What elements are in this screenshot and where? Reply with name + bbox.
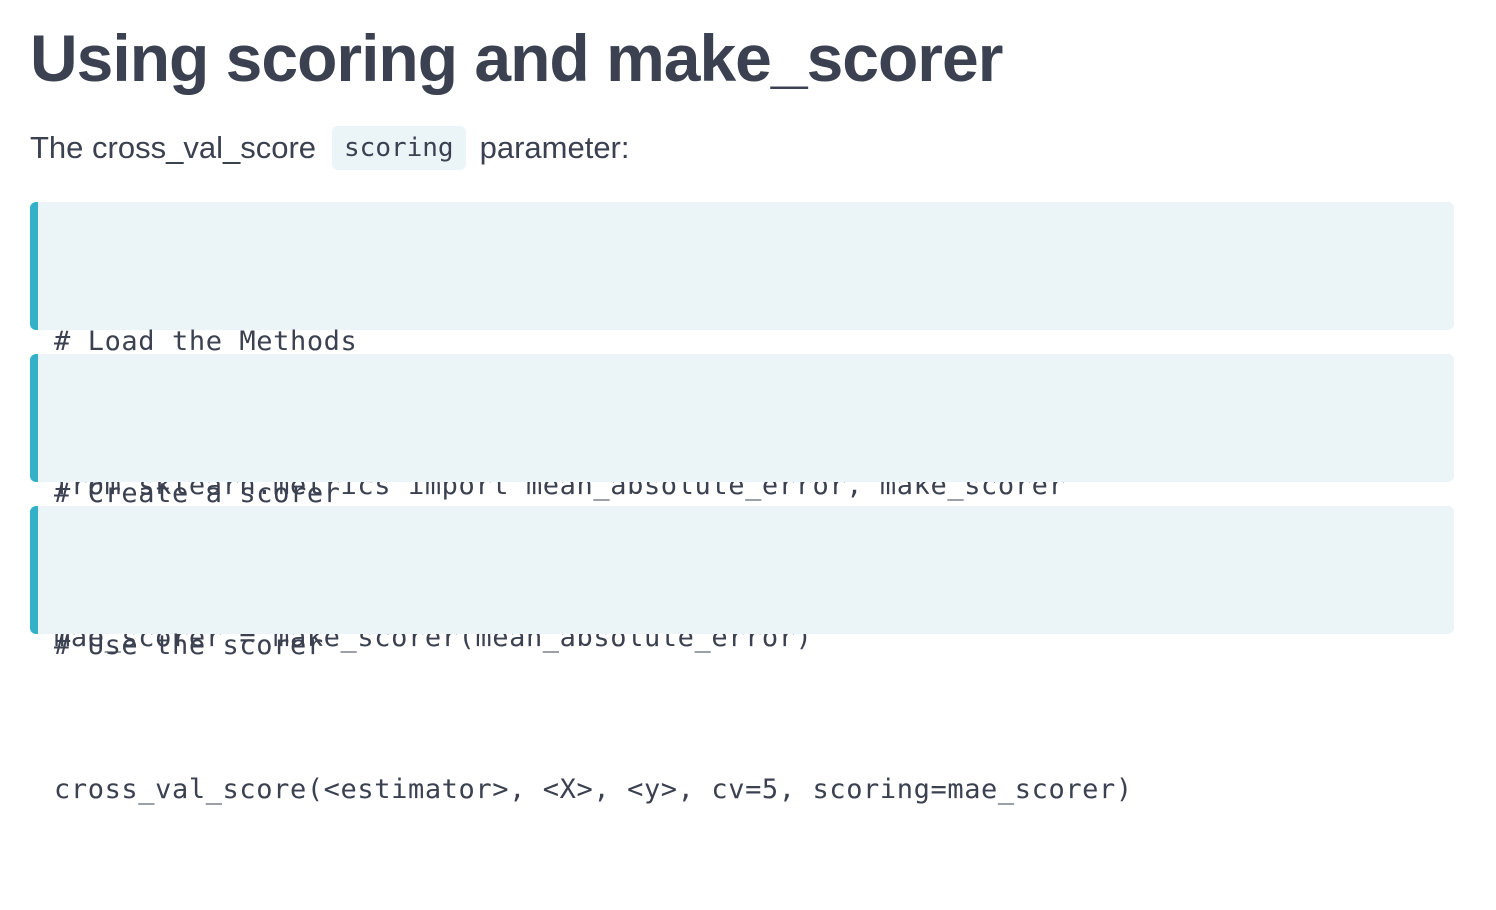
intro-text-after: parameter: [479, 130, 630, 165]
code-block-use-scorer: # Use the scorer cross_val_score(<estima… [30, 506, 1454, 805]
code-line: cross_val_score(<estimator>, <X>, <y>, c… [54, 774, 1133, 805]
intro-paragraph: The cross_val_score scoring parameter: [30, 126, 630, 170]
inline-code-scoring: scoring [332, 126, 466, 170]
code-comment: # Use the scorer [54, 630, 324, 661]
intro-text-before: The cross_val_score [30, 130, 317, 165]
code-block-load-methods: # Load the Methods from sklearn.metrics … [30, 202, 1454, 501]
code-block-create-scorer: # Create a scorer mae_scorer = make_scor… [30, 354, 1454, 653]
page-title: Using scoring and make_scorer [30, 21, 1003, 95]
